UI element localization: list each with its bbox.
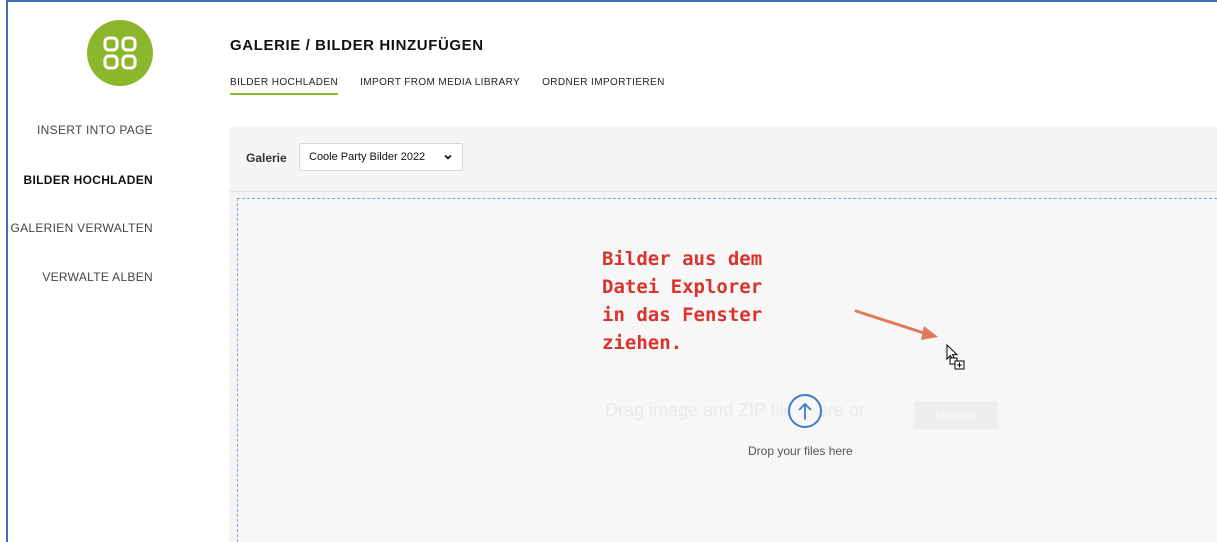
annotation-line: ziehen. (602, 332, 683, 354)
tab-import-from-media-library[interactable]: IMPORT FROM MEDIA LIBRARY (360, 77, 520, 95)
grid-logo-icon[interactable] (87, 20, 153, 86)
page-title: GALERIE / BILDER HINZUFÜGEN (230, 37, 484, 54)
frame-border-top (6, 0, 1217, 2)
annotation-text: Bilder aus dem Datei Explorer in das Fen… (602, 245, 842, 357)
gallery-select-value: Coole Party Bilder 2022 (309, 151, 426, 163)
browse-button[interactable]: BROWSE (914, 401, 998, 429)
sidebar-item-insert-into-page[interactable]: INSERT INTO PAGE (37, 123, 153, 137)
tab-bar: BILDER HOCHLADEN IMPORT FROM MEDIA LIBRA… (230, 77, 687, 95)
chevron-down-icon (443, 152, 453, 165)
drag-copy-cursor-icon (946, 344, 965, 370)
annotation-line: in das Fenster (602, 304, 763, 326)
upload-arrow-icon (788, 394, 822, 428)
drag-hint-text: Drag image and ZIP files here or (605, 400, 865, 420)
sidebar-item-verwalte-alben[interactable]: VERWALTE ALBEN (42, 270, 153, 284)
gallery-label: Galerie (246, 151, 287, 165)
tab-ordner-importieren[interactable]: ORDNER IMPORTIEREN (542, 77, 665, 95)
sidebar-item-bilder-hochladen[interactable]: BILDER HOCHLADEN (24, 173, 153, 187)
annotation-arrow (854, 309, 938, 340)
gallery-bar: Galerie Coole Party Bilder 2022 (229, 127, 1217, 192)
annotation-line: Datei Explorer (602, 276, 763, 298)
annotation-line: Bilder aus dem (602, 248, 763, 270)
gallery-select[interactable]: Coole Party Bilder 2022 (299, 143, 463, 171)
tab-bilder-hochladen[interactable]: BILDER HOCHLADEN (230, 77, 339, 95)
frame-border-left (6, 0, 8, 542)
sidebar-item-galerien-verwalten[interactable]: GALERIEN VERWALTEN (10, 221, 153, 235)
drop-files-text: Drop your files here (748, 444, 853, 458)
